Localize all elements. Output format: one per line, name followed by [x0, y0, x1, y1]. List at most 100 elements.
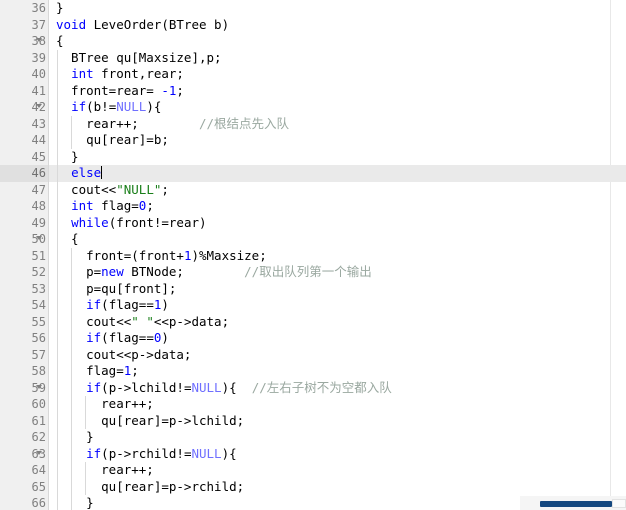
gutter-separator	[48, 429, 49, 446]
code-text[interactable]: rear++;	[56, 396, 154, 413]
code-text[interactable]: if(flag==1)	[56, 297, 169, 314]
code-line[interactable]: 61 qu[rear]=p->lchild;	[0, 412, 626, 430]
code-line[interactable]: 47 cout<<"NULL";	[0, 181, 626, 199]
code-line[interactable]: 48 int flag=0;	[0, 198, 626, 215]
token-plain: rear++;	[56, 396, 154, 411]
code-text[interactable]: cout<<p->data;	[56, 347, 191, 364]
code-line[interactable]: 62 }	[0, 429, 626, 446]
code-text[interactable]: int front,rear;	[56, 66, 184, 83]
token-plain: qu[rear]=b;	[56, 132, 169, 147]
code-line[interactable]: 56 if(flag==0)	[0, 330, 626, 347]
token-kw: if	[86, 379, 102, 395]
gutter-separator	[48, 165, 49, 182]
code-text[interactable]: }	[56, 0, 64, 17]
code-text[interactable]: p=qu[front];	[56, 281, 176, 298]
line-number: 51	[0, 247, 48, 264]
code-line[interactable]: 60 rear++;	[0, 396, 626, 413]
code-line[interactable]: 46 else	[0, 165, 626, 182]
code-text[interactable]: front=rear= -1;	[56, 83, 184, 100]
code-line[interactable]: 51 front=(front+1)%Maxsize;	[0, 247, 626, 265]
code-line[interactable]: 36}	[0, 0, 626, 17]
code-text[interactable]: }	[56, 429, 94, 446]
code-line[interactable]: 57 cout<<p->data;	[0, 346, 626, 364]
code-text[interactable]: BTree qu[Maxsize],p;	[56, 50, 222, 67]
gutter-separator	[48, 115, 49, 132]
token-plain: }	[56, 429, 94, 444]
token-cmt: //取出队列第一个输出	[244, 264, 372, 279]
code-text[interactable]: }	[56, 495, 94, 510]
code-line[interactable]: 44 qu[rear]=b;	[0, 132, 626, 149]
code-line[interactable]: 65 qu[rear]=p->rchild;	[0, 478, 626, 496]
code-line[interactable]: 63 if(p->rchild!=NULL){	[0, 445, 626, 463]
code-text[interactable]: qu[rear]=p->rchild;	[56, 479, 244, 496]
gutter-separator	[48, 495, 49, 510]
code-line[interactable]: 45 }	[0, 148, 626, 166]
code-text[interactable]: else	[56, 165, 103, 182]
token-plain: }	[56, 495, 94, 510]
code-line[interactable]: 54 if(flag==1)	[0, 297, 626, 314]
code-text[interactable]: cout<<"NULL";	[56, 182, 169, 199]
code-text[interactable]: front=(front+1)%Maxsize;	[56, 248, 267, 265]
code-line[interactable]: 50 {	[0, 231, 626, 248]
token-kw: if	[86, 330, 102, 345]
code-line[interactable]: 53 p=qu[front];	[0, 280, 626, 298]
code-text[interactable]: rear++; //根结点先入队	[56, 116, 289, 133]
code-text[interactable]: {	[56, 231, 79, 248]
token-plain: BTNode;	[123, 264, 245, 279]
code-line[interactable]: 58 flag=1;	[0, 363, 626, 380]
code-line[interactable]: 38{	[0, 33, 626, 50]
code-line[interactable]: 49 while(front!=rear)	[0, 214, 626, 232]
code-text[interactable]: cout<<" "<<p->data;	[56, 314, 229, 331]
token-plain: cout<<	[56, 181, 117, 197]
code-line[interactable]: 52 p=new BTNode; //取出队列第一个输出	[0, 264, 626, 281]
token-plain: flag=	[56, 363, 124, 378]
code-line[interactable]: 59 if(p->lchild!=NULL){ //左右子树不为空都入队	[0, 379, 626, 397]
code-text[interactable]: int flag=0;	[56, 198, 154, 215]
code-line[interactable]: 40 int front,rear;	[0, 66, 626, 83]
code-line[interactable]: 64 rear++;	[0, 462, 626, 479]
horizontal-scrollbar-thumb[interactable]	[540, 501, 612, 507]
token-plain: )	[161, 297, 169, 312]
gutter-separator	[48, 445, 49, 462]
code-text[interactable]: if(b!=NULL){	[56, 99, 161, 116]
code-editor[interactable]: 36} 37 void LeveOrder(BTree b) 38{39 BTree …	[0, 0, 626, 510]
code-text[interactable]: if(p->lchild!=NULL){ //左右子树不为空都入队	[56, 380, 392, 397]
code-text[interactable]: flag=1;	[56, 363, 139, 380]
token-plain: }	[56, 148, 79, 164]
code-text[interactable]: }	[56, 149, 79, 166]
token-kw: int	[71, 198, 94, 213]
code-text[interactable]: while(front!=rear)	[56, 215, 206, 232]
code-line[interactable]: 55 cout<<" "<<p->data;	[0, 313, 626, 331]
line-number: 43	[0, 115, 48, 132]
code-line[interactable]: 42 if(b!=NULL){	[0, 99, 626, 116]
code-line[interactable]: 37 void LeveOrder(BTree b)	[0, 16, 626, 34]
fold-toggle-icon[interactable]	[36, 236, 42, 240]
code-text[interactable]: {	[56, 33, 64, 50]
token-plain: ;	[161, 181, 169, 197]
gutter-separator	[48, 330, 49, 347]
token-plain: LeveOrder(BTree b)	[86, 16, 230, 32]
code-text[interactable]: rear++;	[56, 462, 154, 479]
code-text[interactable]: if(p->rchild!=NULL){	[56, 446, 237, 463]
code-text[interactable]: void LeveOrder(BTree b)	[56, 17, 229, 34]
gutter-separator	[48, 297, 49, 314]
code-text[interactable]: qu[rear]=b;	[56, 132, 169, 149]
code-text[interactable]: p=new BTNode; //取出队列第一个输出	[56, 264, 372, 281]
code-line[interactable]: 39 BTree qu[Maxsize],p;	[0, 49, 626, 67]
fold-toggle-icon[interactable]	[36, 384, 42, 389]
fold-toggle-icon[interactable]	[36, 450, 42, 455]
code-text[interactable]: if(flag==0)	[56, 330, 169, 347]
gutter-separator	[48, 396, 49, 413]
gutter-separator	[48, 478, 49, 495]
token-lit: NULL	[191, 445, 222, 461]
fold-toggle-icon[interactable]	[36, 104, 42, 108]
code-line[interactable]: 41 front=rear= -1;	[0, 82, 626, 100]
code-line[interactable]: 43 rear++; //根结点先入队	[0, 115, 626, 133]
gutter-separator	[48, 132, 49, 149]
token-plain: ;	[131, 363, 139, 378]
code-text[interactable]: qu[rear]=p->lchild;	[56, 413, 244, 430]
fold-toggle-icon[interactable]	[36, 38, 42, 42]
